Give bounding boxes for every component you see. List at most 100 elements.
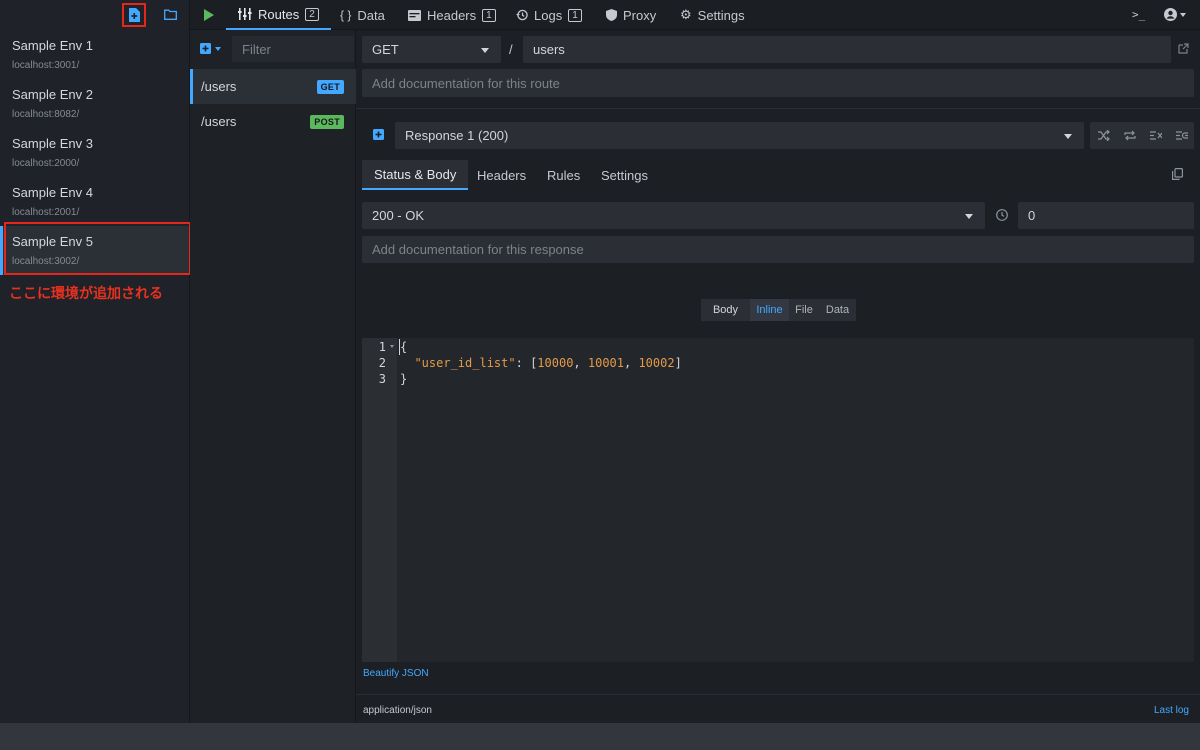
last-log-link[interactable]: Last log [1154, 705, 1189, 716]
beautify-json-link[interactable]: Beautify JSON [363, 668, 429, 679]
body-mode-file[interactable]: File [789, 299, 819, 321]
tab-label: Headers [427, 7, 477, 23]
top-navigation-bar: Routes 2 { } Data Headers 1 Logs 1 Proxy… [190, 0, 1200, 30]
annotation-text: ここに環境が追加される [9, 285, 163, 301]
braces-icon: { } [340, 8, 352, 22]
folder-icon [164, 9, 177, 20]
environment-name: Sample Env 4 [12, 185, 93, 200]
add-response-button[interactable] [373, 129, 384, 140]
route-item-active[interactable]: /users GET [190, 69, 356, 104]
latency-input[interactable]: 0 [1018, 202, 1194, 229]
rule-list-icon [1176, 131, 1188, 140]
line-number: 3 [378, 372, 386, 386]
user-circle-icon [1164, 8, 1177, 21]
response-body-editor[interactable]: 1 2 3 { "user_id_list": [10000, 10001, 1… [362, 338, 1194, 662]
start-server-button[interactable] [204, 9, 214, 21]
status-bar [0, 723, 1200, 750]
route-path-input[interactable]: users [523, 36, 1171, 63]
json-brace: } [400, 372, 408, 386]
route-documentation-placeholder: Add documentation for this route [372, 75, 560, 91]
subtab-headers[interactable]: Headers [465, 160, 538, 190]
account-menu-button[interactable] [1164, 8, 1186, 21]
headers-icon [408, 9, 421, 21]
plus-square-icon [200, 43, 211, 54]
json-comma: , [573, 356, 588, 370]
code-line: } [400, 371, 407, 387]
tab-routes[interactable]: Routes 2 [226, 0, 331, 30]
method-select-value: GET [372, 42, 399, 57]
gear-icon: ⚙ [680, 7, 692, 22]
environment-host: localhost:2001/ [12, 207, 80, 218]
json-bracket: ] [674, 356, 682, 370]
body-mode-data[interactable]: Data [819, 299, 856, 321]
rule-or-button[interactable] [1150, 130, 1162, 141]
chevron-down-icon [965, 213, 973, 219]
add-environment-button[interactable] [128, 8, 140, 22]
route-item[interactable]: /users POST [190, 104, 356, 139]
content-type-label: application/json [363, 705, 432, 716]
tab-label: Proxy [623, 7, 657, 23]
environment-host: localhost:3001/ [12, 60, 80, 71]
latency-value: 0 [1028, 208, 1036, 223]
sequential-response-button[interactable] [1124, 130, 1136, 141]
route-documentation-input[interactable]: Add documentation for this route [362, 69, 1194, 97]
code-line: "user_id_list": [10000, 10001, 10002] [400, 355, 682, 371]
route-path-value: users [533, 42, 565, 57]
status-code-value: 200 - OK [372, 208, 425, 223]
fold-chevron-icon[interactable] [390, 345, 394, 348]
tab-headers[interactable]: Headers 1 [408, 0, 496, 30]
routes-panel: /users GET /users POST [190, 30, 356, 723]
route-filter-input[interactable] [232, 36, 354, 62]
environment-item[interactable]: Sample Env 3 localhost:2000/ [0, 128, 190, 177]
tab-proxy[interactable]: Proxy [606, 0, 656, 30]
json-comma: , [624, 356, 639, 370]
open-environment-button[interactable] [164, 9, 177, 20]
terminal-icon[interactable]: >_ [1132, 8, 1145, 21]
response-select-value: Response 1 (200) [405, 128, 509, 143]
duplicate-response-button[interactable] [1172, 168, 1183, 180]
tab-label: Logs [534, 7, 563, 23]
open-external-button[interactable] [1178, 43, 1189, 54]
shuffle-icon [1098, 130, 1110, 141]
editor-footer: application/json Last log [356, 694, 1200, 723]
random-response-button[interactable] [1098, 130, 1110, 141]
subtab-settings[interactable]: Settings [589, 160, 660, 190]
rule-and-button[interactable] [1176, 130, 1188, 141]
chevron-down-icon [215, 46, 221, 51]
response-documentation-input[interactable]: Add documentation for this response [362, 236, 1194, 263]
method-badge-get: GET [316, 79, 344, 94]
response-select[interactable]: Response 1 (200) [395, 122, 1084, 149]
external-link-icon [1178, 43, 1189, 54]
rule-off-icon [1150, 131, 1162, 140]
shield-icon [606, 9, 617, 21]
clock-icon [996, 209, 1008, 221]
play-icon [204, 9, 214, 21]
tab-logs[interactable]: Logs 1 [516, 0, 582, 30]
copy-icon [1172, 168, 1183, 180]
environment-item[interactable]: Sample Env 4 localhost:2001/ [0, 177, 190, 226]
method-select[interactable]: GET [362, 36, 501, 63]
tab-label: Routes [258, 6, 300, 22]
environments-toolbar [0, 0, 190, 30]
json-number: 10001 [587, 356, 624, 370]
environment-name: Sample Env 3 [12, 136, 93, 151]
tab-data[interactable]: { } Data [340, 0, 385, 30]
status-code-select[interactable]: 200 - OK [362, 202, 985, 229]
environment-name: Sample Env 2 [12, 87, 93, 102]
environment-item[interactable]: Sample Env 1 localhost:3001/ [0, 30, 190, 79]
subtab-status-body[interactable]: Status & Body [362, 160, 469, 190]
body-mode-inline[interactable]: Inline [750, 299, 789, 321]
headers-count-badge: 1 [482, 8, 496, 22]
line-number: 2 [378, 356, 386, 370]
history-icon [516, 9, 528, 21]
tab-settings[interactable]: ⚙ Settings [680, 0, 745, 30]
path-separator: / [509, 42, 513, 57]
routes-count-badge: 2 [305, 7, 319, 21]
subtab-rules[interactable]: Rules [535, 160, 592, 190]
tab-label: Data [357, 7, 385, 23]
logs-count-badge: 1 [568, 8, 582, 22]
repeat-icon [1124, 130, 1136, 141]
route-path: /users [201, 79, 237, 94]
environment-item[interactable]: Sample Env 2 localhost:8082/ [0, 79, 190, 128]
add-route-button[interactable] [200, 43, 221, 54]
